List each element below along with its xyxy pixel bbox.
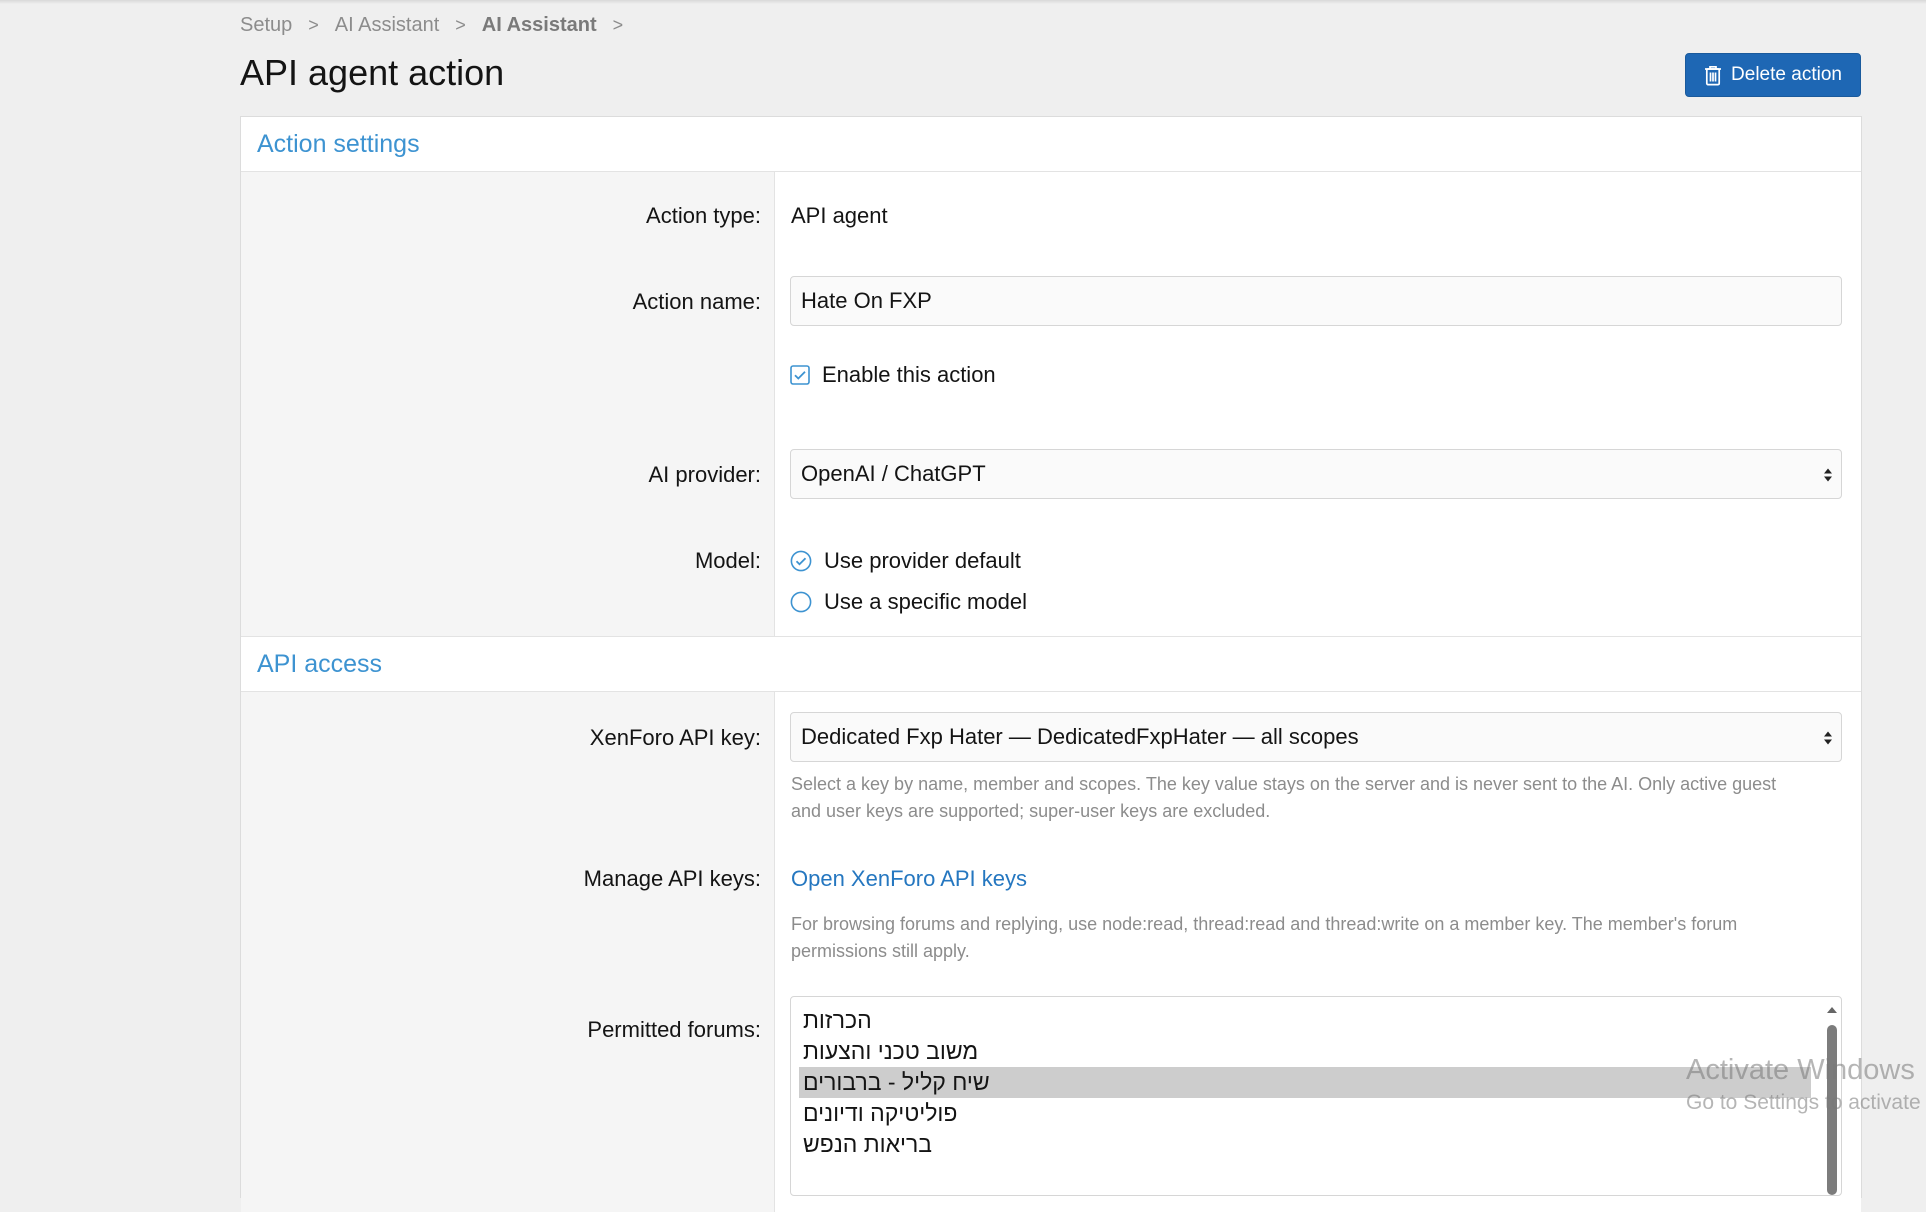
trash-icon [1705, 65, 1722, 85]
api-key-hint: Select a key by name, member and scopes.… [791, 771, 1843, 825]
ai-provider-value: OpenAI / ChatGPT [801, 461, 986, 486]
breadcrumb-ai-assistant[interactable]: AI Assistant [335, 14, 440, 37]
permitted-forums-listbox[interactable]: הכרזות משוב טכני והצעות שיח קליל - ברבור… [790, 996, 1842, 1196]
scroll-up-arrow-icon[interactable] [1825, 1005, 1839, 1015]
api-key-value: Dedicated Fxp Hater — DedicatedFxpHater … [801, 724, 1359, 749]
top-shadow [0, 0, 1926, 4]
manage-hint-line: For browsing forums and replying, use no… [791, 914, 1738, 934]
action-type-value: API agent [791, 203, 888, 228]
forum-option[interactable]: פוליטיקה ודיונים [799, 1098, 1811, 1129]
action-name-input[interactable] [790, 276, 1842, 326]
manage-hint-line: permissions still apply. [791, 941, 970, 961]
breadcrumb-separator: > [308, 15, 319, 35]
page-title: API agent action [240, 52, 505, 93]
watermark-line-2: Go to Settings to activate Windows. [1686, 1091, 1926, 1114]
open-api-keys-link[interactable]: Open XenForo API keys [791, 866, 1027, 892]
model-option-specific-model: Use a specific model [824, 589, 1027, 614]
action-form-panel: Action settings Action type: API agent A… [240, 116, 1862, 1212]
forum-option[interactable]: משוב טכני והצעות [799, 1036, 1811, 1067]
breadcrumb: Setup > AI Assistant > AI Assistant > [240, 14, 639, 37]
model-radio-specific-model[interactable]: Use a specific model [790, 589, 1027, 615]
delete-action-button[interactable]: Delete action [1685, 53, 1861, 97]
ai-provider-select[interactable]: OpenAI / ChatGPT [790, 449, 1842, 499]
manage-api-keys-hint: For browsing forums and replying, use no… [791, 911, 1843, 965]
api-key-hint-line: Select a key by name, member and scopes.… [791, 774, 1777, 794]
enable-action-label: Enable this action [822, 362, 996, 387]
watermark-line-1: Activate Windows [1686, 1054, 1915, 1086]
section-header-action-settings: Action settings [241, 117, 1861, 172]
forum-option[interactable]: בריאות הנפש [799, 1129, 1811, 1160]
api-key-label: XenForo API key: [589, 725, 761, 750]
activate-windows-watermark: Activate Windows Go to Settings to activ… [1686, 1054, 1926, 1115]
breadcrumb-ai-assistant-current[interactable]: AI Assistant [482, 14, 597, 37]
delete-action-label: Delete action [1731, 64, 1842, 85]
checkbox-checked-icon [790, 365, 810, 385]
select-arrows-icon [1824, 468, 1832, 482]
model-label: Model: [694, 548, 761, 573]
action-settings-block: Action type: API agent Action name: Enab… [241, 172, 1861, 636]
permitted-forums-label: Permitted forums: [587, 1017, 761, 1042]
radio-unchecked-icon [790, 591, 812, 613]
action-name-label: Action name: [632, 289, 761, 314]
radio-checked-icon [790, 550, 812, 572]
section-header-api-access: API access [241, 636, 1861, 692]
forum-option-selected[interactable]: שיח קליל - ברבורים [799, 1067, 1811, 1098]
api-key-hint-line: and user keys are supported; super-user … [791, 801, 1271, 821]
enable-action-checkbox[interactable]: Enable this action [790, 362, 996, 388]
ai-provider-label: AI provider: [648, 462, 762, 487]
select-arrows-icon [1824, 731, 1832, 745]
forum-option[interactable]: הכרזות [799, 1005, 1811, 1036]
section-title-api-access: API access [257, 650, 383, 678]
breadcrumb-separator: > [612, 15, 624, 35]
breadcrumb-setup[interactable]: Setup [240, 14, 292, 37]
model-radio-provider-default[interactable]: Use provider default [790, 548, 1021, 574]
action-type-label: Action type: [646, 203, 761, 228]
api-key-select[interactable]: Dedicated Fxp Hater — DedicatedFxpHater … [790, 712, 1842, 762]
manage-api-keys-label: Manage API keys: [583, 866, 761, 891]
api-access-block: XenForo API key: Dedicated Fxp Hater — D… [241, 692, 1861, 1212]
breadcrumb-separator: > [455, 15, 466, 35]
model-option-provider-default: Use provider default [824, 548, 1021, 573]
section-title-action-settings: Action settings [257, 130, 420, 158]
